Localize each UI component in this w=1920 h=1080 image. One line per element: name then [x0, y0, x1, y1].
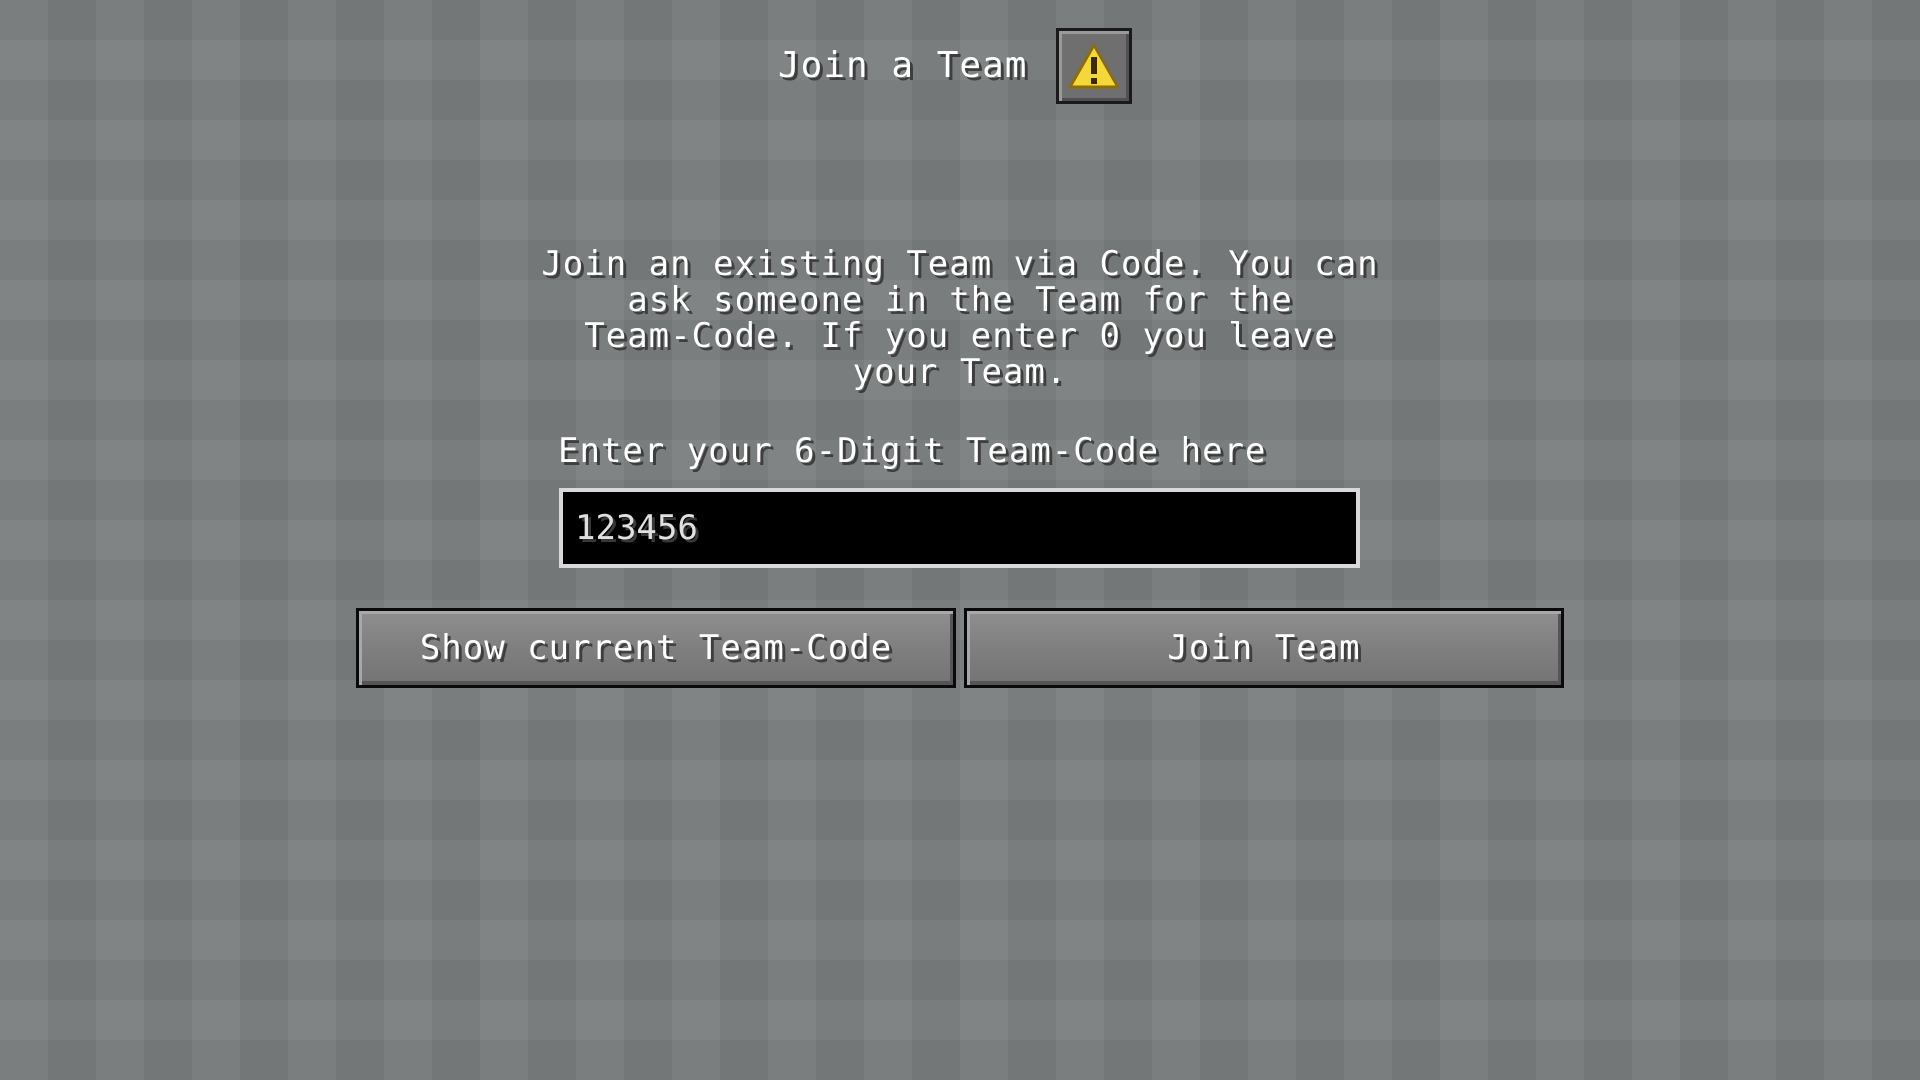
warning-icon [1068, 43, 1120, 89]
team-code-label: Enter your 6-Digit Team-Code here [558, 431, 1267, 471]
team-code-input[interactable] [559, 488, 1360, 568]
join-team-description: Join an existing Team via Code. You can … [541, 244, 1379, 392]
join-team-button[interactable]: Join Team [964, 608, 1564, 688]
title-row: Join a Team [0, 28, 1920, 108]
show-current-team-code-button[interactable]: Show current Team-Code [356, 608, 956, 688]
warning-button[interactable] [1056, 28, 1132, 104]
page-title: Join a Team [778, 45, 1028, 86]
